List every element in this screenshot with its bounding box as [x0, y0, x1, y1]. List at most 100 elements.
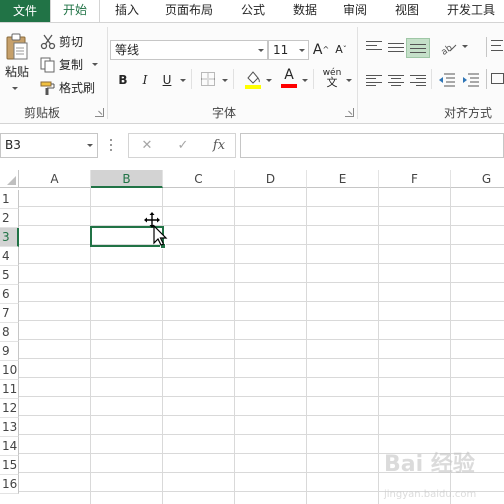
paste-icon: [6, 33, 28, 60]
column-header-d[interactable]: D: [235, 170, 307, 188]
font-name-value: 等线: [115, 43, 140, 57]
clipboard-group-label: 剪贴板: [24, 106, 61, 120]
format-divider: [233, 69, 234, 89]
increase-font-size-icon[interactable]: A^: [312, 41, 330, 59]
formula-buttons: ✕ ✓ fx: [128, 133, 236, 158]
row-header[interactable]: 12: [0, 399, 19, 418]
copy-label: 复制: [59, 58, 84, 72]
group-divider: [107, 27, 108, 119]
column-header-e[interactable]: E: [307, 170, 379, 188]
font-launcher-icon[interactable]: [345, 108, 354, 117]
row-header[interactable]: 2: [0, 209, 19, 228]
wrap-text-icon[interactable]: [486, 37, 504, 57]
font-color-icon[interactable]: A: [280, 67, 298, 89]
row-header[interactable]: 15: [0, 456, 19, 475]
name-box[interactable]: B3: [0, 133, 98, 158]
column-header-g[interactable]: G: [451, 170, 504, 188]
row-header[interactable]: 8: [0, 323, 19, 342]
tab-formulas[interactable]: 公式: [232, 0, 274, 22]
underline-button[interactable]: U: [158, 71, 176, 89]
increase-indent-icon[interactable]: [462, 73, 480, 87]
formula-input[interactable]: [240, 133, 504, 158]
paste-label: 粘贴: [4, 65, 29, 79]
row-header[interactable]: 16: [0, 475, 19, 494]
column-header-b[interactable]: B: [91, 170, 163, 188]
fill-color-dropdown-icon[interactable]: [266, 79, 272, 82]
underline-dropdown-icon[interactable]: [180, 79, 186, 82]
bold-button[interactable]: B: [114, 71, 132, 89]
row-header[interactable]: 5: [0, 266, 19, 285]
row-header[interactable]: 10: [0, 361, 19, 380]
phonetic-dropdown-icon[interactable]: [346, 79, 352, 82]
align-top-icon[interactable]: [366, 41, 382, 50]
font-color-dropdown-icon[interactable]: [302, 79, 308, 82]
row-header[interactable]: 4: [0, 247, 19, 266]
clipboard-launcher-icon[interactable]: [95, 108, 104, 117]
ribbon: 粘贴 剪切 复制 格式刷 剪贴板 等线 11 A^ Aˇ B I U A wén…: [0, 22, 504, 124]
fill-color-icon[interactable]: [244, 69, 262, 89]
cancel-entry-icon[interactable]: ✕: [137, 137, 157, 155]
tab-insert[interactable]: 插入: [104, 0, 150, 22]
align-middle-icon[interactable]: [388, 43, 404, 52]
tab-data[interactable]: 数据: [284, 0, 326, 22]
paste-button[interactable]: 粘贴: [2, 33, 32, 80]
tab-home[interactable]: 开始: [50, 0, 100, 22]
orientation-icon[interactable]: ab: [440, 41, 458, 55]
format-divider: [431, 69, 432, 89]
align-bottom-icon: [410, 44, 426, 53]
font-group-label: 字体: [212, 106, 237, 120]
phonetic-guide-button[interactable]: wén 文: [320, 69, 344, 89]
row-header-selected[interactable]: 3: [0, 228, 19, 247]
row-header[interactable]: 13: [0, 418, 19, 437]
row-header[interactable]: 1: [0, 190, 19, 209]
formula-bar-grip-icon[interactable]: [110, 139, 112, 151]
scissors-icon: [40, 34, 56, 49]
copy-button[interactable]: 复制: [40, 56, 99, 73]
align-bottom-button[interactable]: [406, 38, 430, 58]
format-painter-label: 格式刷: [59, 81, 96, 95]
tab-review[interactable]: 审阅: [336, 0, 374, 22]
insert-function-icon[interactable]: fx: [209, 137, 229, 155]
decrease-font-size-icon[interactable]: Aˇ: [332, 41, 350, 59]
cut-button[interactable]: 剪切: [40, 33, 83, 50]
row-header[interactable]: 7: [0, 304, 19, 323]
column-header-c[interactable]: C: [163, 170, 235, 188]
tab-file[interactable]: 文件: [0, 0, 50, 22]
group-divider: [357, 27, 358, 119]
copy-dropdown-icon[interactable]: [92, 63, 99, 66]
row-header[interactable]: 9: [0, 342, 19, 361]
font-name-dropdown-icon: [255, 41, 267, 59]
formula-bar: B3 ✕ ✓ fx: [0, 130, 504, 162]
italic-button[interactable]: I: [136, 71, 154, 89]
orientation-dropdown-icon[interactable]: [462, 45, 468, 48]
font-name-select[interactable]: 等线: [110, 40, 268, 60]
row-header[interactable]: 11: [0, 380, 19, 399]
align-right-icon[interactable]: [410, 75, 426, 86]
name-box-dropdown-icon[interactable]: [87, 144, 93, 147]
format-painter-button[interactable]: 格式刷: [40, 79, 95, 96]
watermark-subtext: jingyan.baidu.com: [384, 489, 477, 500]
column-header-a[interactable]: A: [19, 170, 91, 188]
row-header[interactable]: 6: [0, 285, 19, 304]
font-size-select[interactable]: 11: [268, 40, 309, 60]
paste-dropdown-icon[interactable]: [12, 87, 18, 90]
borders-dropdown-icon[interactable]: [222, 79, 228, 82]
row-header[interactable]: 14: [0, 437, 19, 456]
cut-label: 剪切: [59, 35, 84, 49]
move-cursor-icon: [144, 212, 168, 246]
merge-center-icon[interactable]: [486, 69, 504, 89]
select-all-corner[interactable]: [0, 170, 19, 188]
tab-page-layout[interactable]: 页面布局: [156, 0, 222, 22]
font-size-value: 11: [273, 43, 289, 57]
font-size-dropdown-icon: [296, 41, 308, 59]
align-center-icon[interactable]: [388, 75, 404, 86]
watermark-text: Bai 经验: [384, 452, 475, 477]
decrease-indent-icon[interactable]: [438, 73, 456, 87]
tab-view[interactable]: 视图: [386, 0, 428, 22]
column-header-f[interactable]: F: [379, 170, 451, 188]
borders-icon[interactable]: [200, 71, 216, 87]
name-box-value: B3: [5, 138, 21, 152]
enter-entry-icon[interactable]: ✓: [173, 137, 193, 155]
tab-developer[interactable]: 开发工具: [438, 0, 504, 22]
align-left-icon[interactable]: [366, 75, 382, 86]
